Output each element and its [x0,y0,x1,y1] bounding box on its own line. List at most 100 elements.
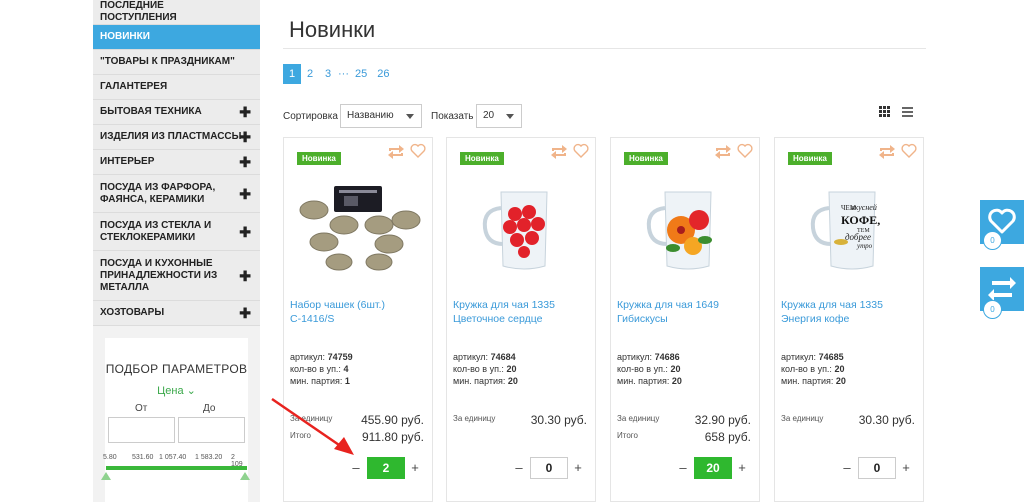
quantity-input[interactable]: 20 [694,457,732,479]
grid-view-icon[interactable] [879,106,890,117]
page-link[interactable]: 25 [350,64,372,84]
quantity-stepper: – 20 + [611,457,759,479]
pack-value: 20 [506,364,517,374]
product-name-link[interactable]: Кружка для чая 1649 Гибискусы [617,298,753,326]
increase-button[interactable]: + [572,460,584,475]
quantity-stepper: – 0 + [447,457,595,479]
heart-icon[interactable] [737,143,753,158]
page-size-select[interactable]: 20 [476,104,522,128]
pack-value: 20 [834,364,845,374]
sidebar-item[interactable]: НОВИНКИ [93,25,260,50]
decrease-button[interactable]: – [841,460,853,475]
product-image[interactable] [453,172,591,282]
plus-icon[interactable]: ✚ [239,130,251,144]
mug-text: КОФЕ, [841,213,880,227]
quantity-input[interactable]: 0 [858,457,896,479]
sidebar-item[interactable]: ПОСУДА ИЗ СТЕКЛА И СТЕКЛОКЕРАМИКИ ✚ [93,213,260,251]
page-link[interactable]: 3 [319,64,337,84]
article-label: артикул: [617,352,653,362]
sidebar-item[interactable]: ПОСЛЕДНИЕ ПОСТУПЛЕНИЯ [93,0,260,25]
heart-icon[interactable] [901,143,917,158]
product-name-link[interactable]: Набор чашек (6шт.) С-1416/S [290,298,426,326]
compare-icon[interactable] [714,145,732,159]
quantity-input[interactable]: 0 [530,457,568,479]
mug-text: вкусней [851,203,877,212]
product-card: Новинка Кружка для чая 1649 Гибискусы ар… [610,137,760,502]
compare-icon[interactable] [387,145,405,159]
sidebar-item[interactable]: ПОСУДА ИЗ ФАРФОРА, ФАЯНСА, КЕРАМИКИ ✚ [93,175,260,213]
sidebar-item[interactable]: ПОСУДА И КУХОННЫЕ ПРИНАДЛЕЖНОСТИ ИЗ МЕТА… [93,251,260,301]
sidebar-item[interactable]: ИНТЕРЬЕР ✚ [93,150,260,175]
decrease-button[interactable]: – [513,460,525,475]
plus-icon[interactable]: ✚ [239,225,251,239]
price-from-input[interactable] [108,417,175,443]
sidebar-item[interactable]: БЫТОВАЯ ТЕХНИКА ✚ [93,100,260,125]
plus-icon[interactable]: ✚ [239,306,251,320]
decrease-button[interactable]: – [350,460,362,475]
product-card: Новинка Кружка для чая 1335 Цветочное се… [446,137,596,502]
page-link[interactable]: 1 [283,64,301,84]
compare-icon[interactable] [550,145,568,159]
sidebar-item[interactable]: ИЗДЕЛИЯ ИЗ ПЛАСТМАССЫ ✚ [93,125,260,150]
list-view-icon[interactable] [902,107,913,117]
price-to-input[interactable] [178,417,245,443]
increase-button[interactable]: + [409,460,421,475]
price-slider-max-handle[interactable] [240,472,250,480]
min-order-label: мин. партия: [290,376,343,386]
new-badge: Новинка [460,152,504,165]
min-order-value: 20 [835,376,846,386]
product-image[interactable] [290,172,428,282]
plus-icon[interactable]: ✚ [239,155,251,169]
page-link[interactable]: 26 [372,64,394,84]
sidebar-item[interactable]: ГАЛАНТЕРЕЯ [93,75,260,100]
product-image[interactable]: ЧЕМ вкусней КОФЕ, ТЕМ добрее утро [781,172,919,282]
increase-button[interactable]: + [900,460,912,475]
plus-icon[interactable]: ✚ [239,269,251,283]
min-order-label: мин. партия: [781,376,834,386]
min-order-label: мин. партия: [453,376,506,386]
plus-icon[interactable]: ✚ [239,105,251,119]
product-attributes: артикул: 74686 кол-во в уп.: 20 мин. пар… [617,351,682,387]
unit-price: 455.90 руб. [361,413,424,427]
heart-icon[interactable] [410,143,426,158]
sidebar-item-label: "ТОВАРЫ К ПРАЗДНИКАМ" [100,56,235,67]
quantity-stepper: – 0 + [775,457,923,479]
pack-label: кол-во в уп.: [617,364,668,374]
heart-icon[interactable] [573,143,589,158]
page-link[interactable]: 2 [301,64,319,84]
category-menu: ПОСЛЕДНИЕ ПОСТУПЛЕНИЯ НОВИНКИ "ТОВАРЫ К ПР… [93,0,260,326]
article-label: артикул: [290,352,326,362]
chevron-down-icon [506,114,514,119]
sidebar-item-label: ПОСУДА И КУХОННЫЕ ПРИНАДЛЕЖНОСТИ ИЗ МЕТА… [100,257,218,293]
price-from-label: От [135,403,148,414]
quantity-input[interactable]: 2 [367,457,405,479]
product-attributes: артикул: 74759 кол-во в уп.: 4 мин. парт… [290,351,353,387]
product-name-link[interactable]: Кружка для чая 1335 Энергия кофе [781,298,917,326]
pagination: 1 2 3 ··· 25 26 [283,64,395,84]
sort-select[interactable]: Названию [340,104,422,128]
favorites-count: 0 [983,231,1002,250]
sidebar-item-label: ХОЗТОВАРЫ [100,307,165,318]
article-label: артикул: [781,352,817,362]
product-image[interactable] [617,172,755,282]
product-name-link[interactable]: Кружка для чая 1335 Цветочное сердце [453,298,589,326]
chevron-down-icon [406,114,414,119]
total-label: Итого [617,431,638,440]
price-filter-toggle[interactable]: Цена ⌄ [105,384,248,397]
sidebar-item[interactable]: "ТОВАРЫ К ПРАЗДНИКАМ" [93,50,260,75]
price-slider-track[interactable] [106,466,247,470]
price-slider-min-handle[interactable] [101,472,111,480]
decrease-button[interactable]: – [677,460,689,475]
product-attributes: артикул: 74684 кол-во в уп.: 20 мин. пар… [453,351,518,387]
plus-icon[interactable]: ✚ [239,187,251,201]
sidebar-item[interactable]: ХОЗТОВАРЫ ✚ [93,301,260,326]
compare-icon[interactable] [878,145,896,159]
scale-label: 531.60 [132,454,154,461]
sort-label: Сортировка [283,111,338,122]
page-size-value: 20 [483,110,495,121]
scale-label: 1 057.40 [159,454,187,461]
article-value: 74685 [818,352,844,362]
page-ellipsis: ··· [338,68,349,80]
product-attributes: артикул: 74685 кол-во в уп.: 20 мин. пар… [781,351,846,387]
increase-button[interactable]: + [736,460,748,475]
